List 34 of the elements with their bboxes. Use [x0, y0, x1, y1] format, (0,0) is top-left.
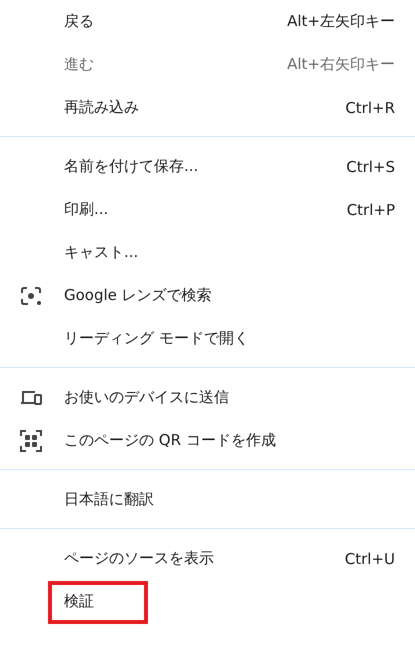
menu-item-label: 日本語に翻訳: [64, 490, 155, 509]
qr-code-icon: [20, 430, 42, 452]
menu-item[interactable]: 戻る Alt+左矢印キー: [0, 0, 415, 43]
menu-item[interactable]: 印刷... Ctrl+P: [0, 188, 415, 231]
menu-item-label: 再読み込み: [64, 98, 140, 117]
menu-item-label: キャスト...: [64, 243, 140, 262]
menu-item[interactable]: 日本語に翻訳: [0, 478, 415, 521]
shortcut-text: Ctrl+P: [346, 200, 395, 218]
menu-item[interactable]: お使いのデバイスに送信: [0, 376, 415, 419]
menu-item-label: お使いのデバイスに送信: [64, 388, 230, 407]
menu-item[interactable]: リーディング モードで開く: [0, 317, 415, 360]
devices-icon: [20, 390, 42, 406]
menu-item-label: 戻る: [64, 12, 95, 31]
menu-item-label: ページのソースを表示: [64, 549, 215, 568]
menu-item[interactable]: ページのソースを表示 Ctrl+U: [0, 537, 415, 580]
menu-item-label: 印刷...: [64, 200, 110, 219]
lens-icon: [20, 286, 42, 306]
menu-item-label: 検証: [64, 592, 95, 611]
shortcut-text: Alt+左矢印キー: [287, 12, 395, 31]
menu-item[interactable]: 検証: [0, 580, 415, 623]
menu-item[interactable]: 名前を付けて保存... Ctrl+S: [0, 145, 415, 188]
shortcut-text: Ctrl+S: [346, 158, 395, 176]
menu-item-label: Google レンズで検索: [64, 286, 213, 305]
menu-item[interactable]: このページの QR コードを作成: [0, 419, 415, 462]
menu-item-label: このページの QR コードを作成: [64, 431, 277, 450]
menu-item[interactable]: キャスト...: [0, 231, 415, 274]
menu-item[interactable]: Google レンズで検索: [0, 274, 415, 317]
menu-item[interactable]: 再読み込み Ctrl+R: [0, 86, 415, 129]
menu-item-label: リーディング モードで開く: [64, 329, 250, 348]
shortcut-text: Alt+右矢印キー: [287, 55, 395, 74]
shortcut-text: Ctrl+U: [344, 550, 395, 568]
menu-item-label: 進む: [64, 55, 95, 74]
shortcut-text: Ctrl+R: [345, 98, 395, 116]
menu-item-label: 名前を付けて保存...: [64, 157, 200, 176]
